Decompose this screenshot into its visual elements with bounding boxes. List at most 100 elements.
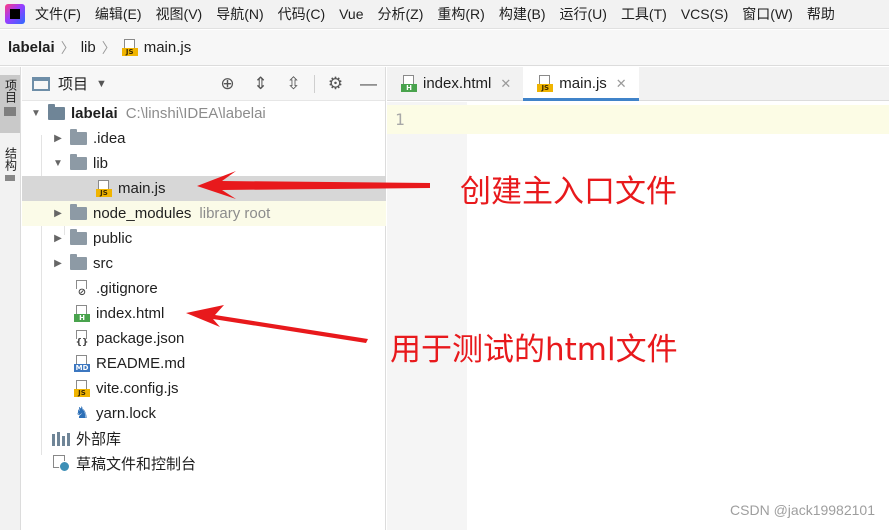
- tab-main-js[interactable]: JS main.js ✕: [523, 67, 640, 101]
- collapse-all-icon[interactable]: ⇳: [277, 74, 310, 94]
- tab-label: main.js: [559, 75, 607, 92]
- yarn-icon: ♞: [74, 405, 90, 422]
- tree-row-scratches[interactable]: 草稿文件和控制台: [22, 451, 386, 476]
- chevron-right-icon: 〉: [60, 39, 75, 56]
- menu-edit[interactable]: 编辑(E): [95, 4, 142, 24]
- gear-icon[interactable]: ⚙: [319, 74, 352, 94]
- tree-label: lib: [93, 155, 109, 172]
- root-path: C:\linshi\IDEA\labelai: [125, 105, 266, 122]
- tree-row-lib[interactable]: ▼ lib: [22, 151, 386, 176]
- folder-icon: [70, 254, 87, 270]
- menu-analyze[interactable]: 分析(Z): [378, 4, 424, 24]
- folder-icon: [4, 107, 16, 116]
- structure-tool-tab[interactable]: 结构: [0, 147, 20, 191]
- editor-tab-bar: H index.html ✕ JS main.js ✕: [387, 67, 889, 101]
- breadcrumb: labelai 〉 lib 〉 JS main.js: [0, 30, 889, 66]
- folder-icon: [70, 129, 87, 145]
- menu-bar: 文件(F) 编辑(E) 视图(V) 导航(N) 代码(C) Vue 分析(Z) …: [0, 0, 889, 29]
- menu-vcs[interactable]: VCS(S): [681, 6, 728, 22]
- tree-row-root[interactable]: ▼ labelai C:\linshi\IDEA\labelai: [22, 101, 386, 126]
- tree-row-vite-config[interactable]: JS vite.config.js: [22, 376, 386, 401]
- html-file-icon: H: [401, 75, 417, 92]
- breadcrumb-folder[interactable]: lib: [81, 39, 96, 56]
- project-window-icon: [32, 76, 50, 91]
- menu-code[interactable]: 代码(C): [278, 4, 325, 24]
- folder-icon: [70, 154, 87, 170]
- annotation-test-html: 用于测试的html文件: [390, 332, 678, 368]
- tab-label: index.html: [423, 75, 492, 92]
- tree-label: main.js: [118, 180, 166, 197]
- menu-build[interactable]: 构建(B): [499, 4, 546, 24]
- chevron-down-icon[interactable]: ▼: [52, 158, 64, 169]
- chevron-down-icon[interactable]: ▼: [30, 108, 42, 119]
- tree-row-main-js[interactable]: JS main.js: [22, 176, 386, 201]
- line-number-gutter: [387, 102, 467, 530]
- folder-icon: [70, 229, 87, 245]
- menu-help[interactable]: 帮助: [807, 4, 835, 24]
- annotation-main-entry: 创建主入口文件: [460, 174, 677, 210]
- folder-icon: [70, 204, 87, 220]
- tree-label: package.json: [96, 330, 185, 347]
- chevron-right-icon: 〉: [101, 39, 116, 56]
- menu-refactor[interactable]: 重构(R): [437, 4, 484, 24]
- panel-toolbar: ⊕ ⇕ ⇳ ⚙ —: [211, 74, 385, 94]
- expand-all-icon[interactable]: ⇕: [244, 74, 277, 94]
- menu-view[interactable]: 视图(V): [156, 4, 203, 24]
- tree-label-root: labelai: [71, 105, 118, 122]
- tree-row-readme[interactable]: MD README.md: [22, 351, 386, 376]
- toolbar-divider: [314, 74, 315, 93]
- minimize-icon[interactable]: —: [352, 74, 385, 94]
- tree-row-package-json[interactable]: {} package.json: [22, 326, 386, 351]
- tree-row-gitignore[interactable]: ⊘ .gitignore: [22, 276, 386, 301]
- tree-row-src[interactable]: ▶ src: [22, 251, 386, 276]
- tree-row-idea[interactable]: ▶ .idea: [22, 126, 386, 151]
- tree-label: yarn.lock: [96, 405, 157, 422]
- folder-icon: [48, 104, 65, 120]
- tab-index-html[interactable]: H index.html ✕: [387, 67, 523, 100]
- tree-label: public: [93, 230, 133, 247]
- tree-label: vite.config.js: [96, 380, 179, 397]
- tree-row-node-modules[interactable]: ▶ node_modules library root: [22, 201, 386, 226]
- js-file-icon: JS: [74, 380, 90, 397]
- chevron-right-icon[interactable]: ▶: [52, 233, 64, 244]
- tree-label: .gitignore: [96, 280, 158, 297]
- library-root-hint: library root: [199, 205, 271, 222]
- js-file-icon: JS: [537, 75, 554, 92]
- project-tool-tab[interactable]: 项目: [0, 75, 20, 133]
- gitignore-file-icon: ⊘: [74, 280, 90, 298]
- structure-icon: [5, 175, 15, 181]
- chevron-right-icon[interactable]: ▶: [52, 208, 64, 219]
- library-icon: [52, 431, 70, 446]
- js-file-icon: JS: [96, 180, 112, 197]
- project-panel: 项目 ▼ ⊕ ⇕ ⇳ ⚙ — ▼ labelai C:\linshi\IDEA\…: [22, 67, 386, 530]
- chevron-right-icon[interactable]: ▶: [52, 133, 64, 144]
- menu-tools[interactable]: 工具(T): [621, 4, 667, 24]
- menu-vue[interactable]: Vue: [339, 6, 363, 22]
- menu-run[interactable]: 运行(U): [560, 4, 607, 24]
- menu-navigate[interactable]: 导航(N): [216, 4, 263, 24]
- tool-window-strip: 项目 结构: [0, 67, 21, 530]
- project-panel-title[interactable]: 项目: [58, 73, 88, 94]
- menu-file[interactable]: 文件(F): [35, 4, 81, 24]
- menu-window[interactable]: 窗口(W): [742, 4, 793, 24]
- tree-row-index-html[interactable]: H index.html: [22, 301, 386, 326]
- json-file-icon: {}: [74, 330, 90, 348]
- breadcrumb-project[interactable]: labelai: [8, 39, 55, 56]
- app-logo-icon: [5, 4, 25, 24]
- tree-label: index.html: [96, 305, 165, 322]
- close-icon[interactable]: ✕: [616, 76, 627, 92]
- html-file-icon: H: [74, 305, 90, 322]
- tree-row-external-libraries[interactable]: 外部库: [22, 426, 386, 451]
- chevron-right-icon[interactable]: ▶: [52, 258, 64, 269]
- chevron-down-icon[interactable]: ▼: [96, 78, 107, 90]
- close-icon[interactable]: ✕: [500, 76, 511, 92]
- structure-tool-label: 结构: [3, 147, 18, 171]
- tree-row-yarn-lock[interactable]: ♞ yarn.lock: [22, 401, 386, 426]
- tree-label: node_modules: [93, 205, 192, 222]
- crosshair-icon[interactable]: ⊕: [211, 74, 244, 94]
- tree-row-public[interactable]: ▶ public: [22, 226, 386, 251]
- markdown-file-icon: MD: [74, 355, 90, 372]
- tree-label: 外部库: [76, 431, 122, 448]
- project-panel-header: 项目 ▼ ⊕ ⇕ ⇳ ⚙ —: [22, 67, 385, 101]
- breadcrumb-file[interactable]: main.js: [144, 39, 192, 56]
